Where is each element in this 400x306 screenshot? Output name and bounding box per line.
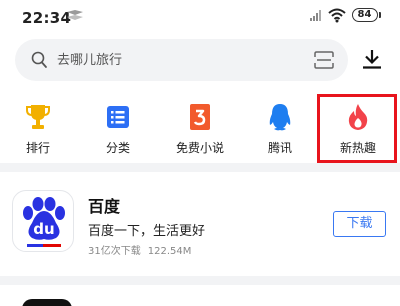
category-free-novels[interactable]: 免费小说 — [162, 92, 238, 162]
app-description: 百度一下，生活更好 — [88, 224, 206, 239]
trophy-icon — [26, 105, 50, 129]
app-name: 百度 — [88, 197, 121, 216]
category-ranking[interactable]: 排行 — [0, 92, 76, 162]
search-bar[interactable] — [15, 39, 348, 81]
section-divider — [0, 163, 400, 172]
status-bar: 22:34 84 — [0, 0, 400, 34]
app-size: 122.54M — [147, 246, 192, 257]
app-icon-baidu[interactable]: du — [12, 190, 74, 252]
signal-icon — [310, 10, 321, 21]
highlight-box — [317, 94, 397, 163]
battery-cap — [379, 12, 381, 18]
app-meta: 31亿次下载 122.54M — [88, 242, 191, 257]
search-input[interactable] — [57, 49, 297, 71]
category-tencent[interactable]: 腾讯 — [242, 92, 318, 162]
download-button[interactable]: 下载 — [333, 211, 386, 237]
section-divider — [0, 276, 400, 285]
notification-icon — [67, 10, 83, 20]
category-label: 免费小说 — [175, 141, 224, 155]
battery-level: 84 — [357, 9, 372, 20]
book-icon — [190, 104, 210, 130]
category-label: 排行 — [25, 141, 50, 155]
scan-icon[interactable] — [314, 51, 334, 69]
app-downloads: 31亿次下载 — [88, 246, 141, 257]
next-app-icon[interactable] — [22, 299, 72, 306]
battery-icon: 84 — [352, 8, 378, 22]
wifi-icon — [328, 8, 346, 23]
app-icon-text: du — [33, 220, 55, 238]
list-icon — [107, 106, 129, 128]
category-classify[interactable]: 分类 — [80, 92, 156, 162]
status-time: 22:34 — [22, 9, 72, 27]
penguin-icon — [269, 104, 291, 131]
download-icon[interactable] — [361, 48, 383, 70]
app-list-item[interactable]: du 百度 百度一下，生活更好 31亿次下载 122.54M 下载 — [0, 180, 400, 272]
search-icon — [31, 51, 47, 68]
category-label: 分类 — [105, 141, 130, 155]
category-label: 腾讯 — [267, 141, 292, 155]
